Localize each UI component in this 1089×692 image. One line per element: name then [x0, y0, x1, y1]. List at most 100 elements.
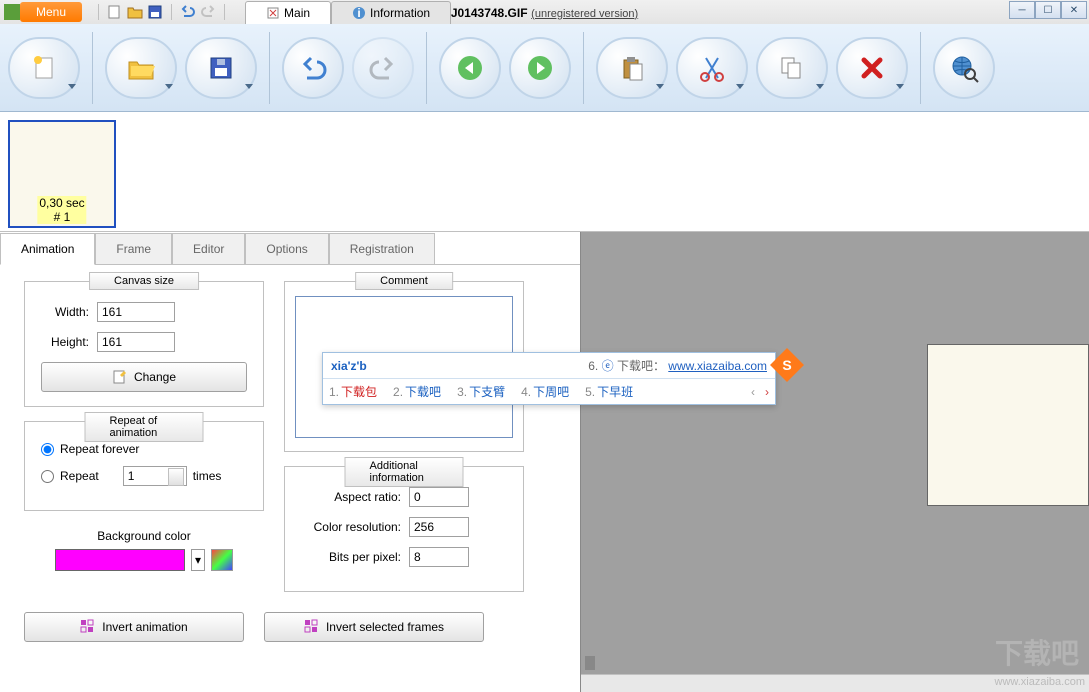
repeat-legend: Repeat of animation	[85, 412, 204, 442]
web-search-button[interactable]	[933, 37, 995, 99]
app-title: J0143748.GIF (unregistered version)	[451, 5, 638, 20]
height-input[interactable]	[97, 332, 175, 352]
ime-popup: xia'z'b 6. ⓔ 下载吧： www.xiazaiba.com 1.下载包…	[322, 352, 776, 405]
ime-hint: 6. ⓔ 下载吧： www.xiazaiba.com	[588, 357, 767, 374]
redo-button[interactable]	[352, 37, 414, 99]
invert-sel-label: Invert selected frames	[326, 620, 444, 634]
change-icon	[112, 369, 128, 385]
tab-editor[interactable]: Editor	[172, 233, 245, 265]
file-name: J0143748.GIF	[451, 6, 528, 20]
frame-strip: 0,30 sec # 1	[0, 112, 1089, 232]
repeat-forever-label: Repeat forever	[60, 442, 139, 456]
watermark-big: 下载吧	[995, 632, 1079, 672]
ime-cand-4[interactable]: 4.下周吧	[521, 383, 569, 400]
delete-button[interactable]	[836, 37, 908, 99]
watermark-url: www.xiazaiba.com	[995, 676, 1085, 688]
timeline-marker[interactable]	[585, 656, 595, 670]
ime-input-text: xia'z'b	[331, 359, 367, 373]
color-swatch[interactable]	[55, 549, 185, 571]
invert-selected-button[interactable]: Invert selected frames	[264, 612, 484, 642]
frame-info: 0,30 sec # 1	[37, 196, 86, 224]
repeat-forever-radio[interactable]	[41, 443, 54, 456]
bpp-input[interactable]	[409, 547, 469, 567]
tab-options[interactable]: Options	[245, 233, 328, 265]
canvas-size-group: Canvas size Width: Height: Change	[24, 281, 264, 407]
next-button[interactable]	[509, 37, 571, 99]
license-status: (unregistered version)	[531, 8, 638, 20]
save-file-button[interactable]	[185, 37, 257, 99]
menubar: Menu Main i Information J0143748.GIF (un…	[0, 0, 1089, 24]
ime-cand-1[interactable]: 1.下载包	[329, 383, 377, 400]
new-file-button[interactable]	[8, 37, 80, 99]
colorres-input[interactable]	[409, 517, 469, 537]
frame-index: # 1	[39, 210, 84, 224]
ime-cand-3[interactable]: 3.下支臂	[457, 383, 505, 400]
tab-animation[interactable]: Animation	[0, 233, 95, 265]
tab-information[interactable]: i Information	[331, 1, 451, 24]
quick-access-toolbar	[94, 4, 229, 20]
main-tab-icon	[266, 6, 280, 20]
app-icon	[4, 4, 20, 20]
tab-info-label: Information	[370, 6, 430, 20]
comment-legend: Comment	[355, 272, 453, 290]
invert-row: Invert animation Invert selected frames	[0, 608, 580, 642]
preview-image	[927, 344, 1089, 506]
copy-button[interactable]	[756, 37, 828, 99]
repeat-times-spinner[interactable]: 1	[123, 466, 187, 486]
tab-main[interactable]: Main	[245, 1, 331, 24]
save-icon[interactable]	[147, 4, 163, 20]
svg-text:i: i	[357, 6, 360, 20]
change-label: Change	[134, 370, 176, 384]
invert-animation-button[interactable]: Invert animation	[24, 612, 244, 642]
addinfo-group: Additional information Aspect ratio: Col…	[284, 466, 524, 592]
paste-button[interactable]	[596, 37, 668, 99]
ribbon-tabs: Main i Information	[245, 1, 451, 24]
property-tabs: Animation Frame Editor Options Registrat…	[0, 232, 580, 265]
menu-button[interactable]: Menu	[20, 2, 82, 22]
color-dropdown[interactable]: ▾	[191, 549, 205, 571]
maximize-button[interactable]: ☐	[1035, 1, 1061, 19]
open-file-button[interactable]	[105, 37, 177, 99]
color-picker-button[interactable]	[211, 549, 233, 571]
height-label: Height:	[41, 335, 89, 349]
invert-anim-label: Invert animation	[102, 620, 187, 634]
close-button[interactable]: ✕	[1061, 1, 1087, 19]
info-tab-icon: i	[352, 6, 366, 20]
ribbon-toolbar	[0, 24, 1089, 112]
properties-panel: Animation Frame Editor Options Registrat…	[0, 232, 580, 692]
ime-cand-2[interactable]: 2.下载吧	[393, 383, 441, 400]
undo-button[interactable]	[282, 37, 344, 99]
aspect-input[interactable]	[409, 487, 469, 507]
invert-sel-icon	[304, 619, 320, 635]
repeat-group: Repeat of animation Repeat forever Repea…	[24, 421, 264, 511]
ime-hint-link[interactable]: www.xiazaiba.com	[668, 359, 767, 373]
open-icon[interactable]	[127, 4, 143, 20]
bgcolor-label: Background color	[24, 529, 264, 543]
prev-button[interactable]	[439, 37, 501, 99]
bgcolor-section: Background color ▾	[24, 525, 264, 571]
ime-nav[interactable]: ‹ ›	[751, 385, 769, 399]
canvas-legend: Canvas size	[89, 272, 199, 290]
redo-icon[interactable]	[200, 4, 216, 20]
width-input[interactable]	[97, 302, 175, 322]
change-button[interactable]: Change	[41, 362, 247, 392]
times-label: times	[193, 469, 222, 483]
cut-button[interactable]	[676, 37, 748, 99]
undo-icon[interactable]	[180, 4, 196, 20]
tab-content: Canvas size Width: Height: Change	[0, 265, 580, 608]
repeat-label: Repeat	[60, 469, 99, 483]
preview-pane	[580, 232, 1089, 692]
window-controls: ─ ☐ ✕	[1009, 1, 1087, 19]
invert-anim-icon	[80, 619, 96, 635]
frame-thumbnail-1[interactable]: 0,30 sec # 1	[8, 120, 116, 228]
colorres-label: Color resolution:	[301, 520, 401, 534]
lower-area: Animation Frame Editor Options Registrat…	[0, 232, 1089, 692]
new-icon[interactable]	[107, 4, 123, 20]
bpp-label: Bits per pixel:	[301, 550, 401, 564]
tab-registration[interactable]: Registration	[329, 233, 435, 265]
minimize-button[interactable]: ─	[1009, 1, 1035, 19]
addinfo-legend: Additional information	[345, 457, 464, 487]
repeat-times-radio[interactable]	[41, 470, 54, 483]
tab-frame[interactable]: Frame	[95, 233, 172, 265]
ime-cand-5[interactable]: 5.下早班	[585, 383, 633, 400]
